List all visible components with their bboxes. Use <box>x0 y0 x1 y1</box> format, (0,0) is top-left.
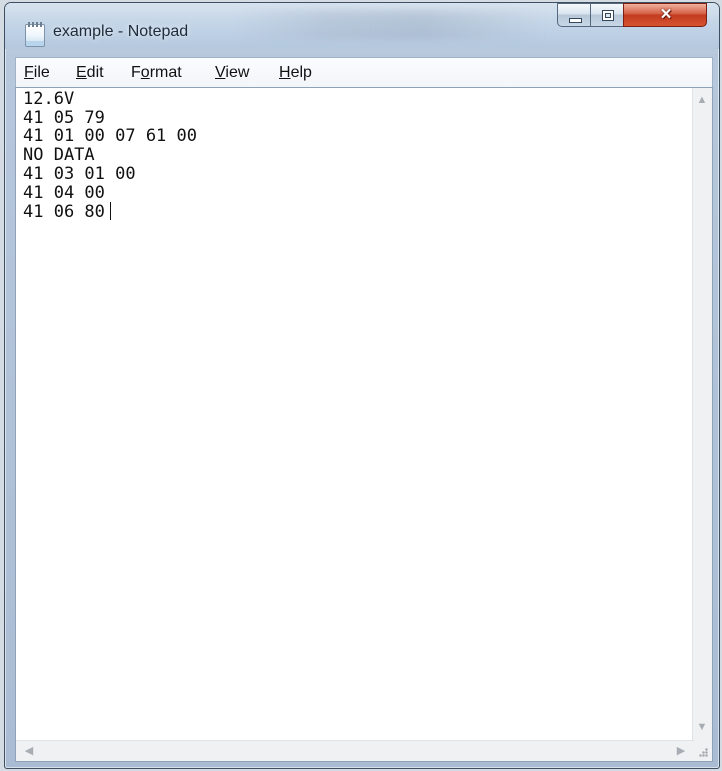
text-line-with-caret: 41 06 80 <box>23 202 197 222</box>
minimize-icon <box>569 18 582 23</box>
menu-file-mnemonic: F <box>24 64 34 81</box>
menu-help[interactable]: Help <box>279 63 312 83</box>
menu-view-mnemonic: V <box>215 64 226 81</box>
text-line: 41 04 00 <box>23 182 105 203</box>
menu-view-label: iew <box>225 64 250 81</box>
horizontal-scrollbar[interactable]: ◀ ▶ <box>16 740 694 761</box>
resize-grip-icon[interactable] <box>693 741 712 761</box>
menu-view[interactable]: View <box>215 63 249 83</box>
title-bar[interactable]: example - Notepad × <box>5 3 719 49</box>
menu-file-label: ile <box>33 64 50 81</box>
text-line: 41 06 80 <box>23 202 105 223</box>
text-line: 12.6V <box>23 89 75 109</box>
arrow-up-icon[interactable]: ▲ <box>693 94 711 112</box>
window-controls: × <box>557 3 713 29</box>
close-button[interactable]: × <box>623 3 707 27</box>
menu-format-mnemonic: o <box>140 64 150 81</box>
text-line: NO DATA <box>23 145 95 166</box>
arrow-left-icon[interactable]: ◀ <box>20 745 38 761</box>
close-icon: × <box>660 4 672 25</box>
minimize-button[interactable] <box>557 3 591 27</box>
text-line: 41 05 79 <box>23 107 105 128</box>
menu-help-mnemonic: H <box>279 64 291 81</box>
arrow-right-icon[interactable]: ▶ <box>672 745 690 761</box>
text-line: 41 03 01 00 <box>23 163 136 184</box>
notepad-window: example - Notepad × File Edit Format Vie… <box>4 2 720 769</box>
menu-format[interactable]: Format <box>131 63 182 83</box>
vertical-scrollbar[interactable]: ▲ ▼ <box>692 88 712 742</box>
maximize-icon <box>602 10 614 21</box>
menu-format-prefix: F <box>131 64 141 81</box>
window-title: example - Notepad <box>53 23 189 40</box>
maximize-button[interactable] <box>590 3 624 27</box>
menu-format-label: rmat <box>149 64 182 81</box>
arrow-down-icon[interactable]: ▼ <box>693 721 711 739</box>
menu-bar: File Edit Format View Help <box>15 57 713 87</box>
menu-edit-mnemonic: E <box>76 64 87 81</box>
menu-help-label: elp <box>290 64 312 81</box>
document-text[interactable]: 12.6V 41 05 79 41 01 00 07 61 00 NO DATA 41 … <box>23 90 197 222</box>
menu-edit[interactable]: Edit <box>76 63 104 83</box>
menu-file[interactable]: File <box>24 63 50 83</box>
menu-edit-label: dit <box>86 64 104 81</box>
text-line: 41 01 00 07 61 00 <box>23 126 197 147</box>
text-cursor <box>109 202 111 221</box>
notepad-icon[interactable] <box>25 22 45 47</box>
text-editor[interactable]: 12.6V 41 05 79 41 01 00 07 61 00 NO DATA 41 … <box>15 87 713 762</box>
